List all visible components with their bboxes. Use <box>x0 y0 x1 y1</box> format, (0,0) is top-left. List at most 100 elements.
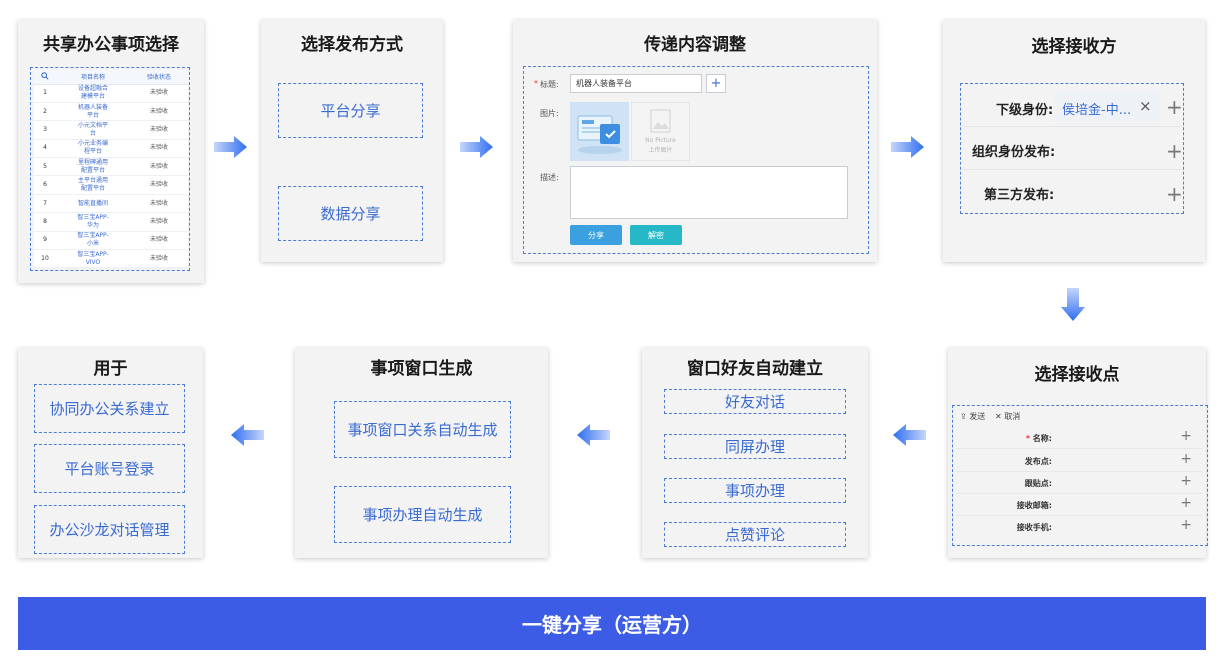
option-salon-manage[interactable]: 办公沙龙对话管理 <box>34 505 185 554</box>
row-index: 10 <box>34 249 56 269</box>
no-picture-text: No Picture <box>645 137 676 144</box>
row-index: 2 <box>34 102 56 122</box>
table-row[interactable]: 3 小元文档平 台未验收 <box>34 120 188 140</box>
card-title: 用于 <box>93 359 128 379</box>
receiver-row-subordinate: 下级身份: 侯培金-中... × + <box>962 85 1183 127</box>
project-table: 项目名称 验收状态 1 设备超融合 建模平台 未验收 2 机器人装备 平台 未验收 3 小元文… <box>34 70 188 269</box>
image-thumbnail[interactable] <box>570 102 629 161</box>
table-row[interactable]: 7 智能直播间 未验收 <box>34 194 188 214</box>
table-row[interactable]: 10 智三宝APP- VIVO 未验收 <box>34 249 188 269</box>
arrow-right-icon <box>460 136 493 158</box>
receiver-label: 第三方发布: <box>984 188 1055 203</box>
project-name[interactable]: 智能直播间 <box>56 194 130 214</box>
table-row[interactable]: 1 设备超融合 建模平台 未验收 <box>34 84 188 103</box>
card-title: 事项窗口生成 <box>370 359 473 379</box>
table-row[interactable]: 2 机器人装备 平台 未验收 <box>34 102 188 122</box>
option-platform-share[interactable]: 平台分享 <box>278 83 423 138</box>
point-row-publish: 发布点: + <box>956 450 1202 472</box>
option-collab-office[interactable]: 协同办公关系建立 <box>34 384 185 433</box>
plus-icon[interactable]: + <box>1166 184 1183 204</box>
row-index: 5 <box>34 157 56 177</box>
option-friend-chat[interactable]: 好友对话 <box>664 389 846 414</box>
table-row[interactable]: 9 智三宝APP- 小米 未验收 <box>34 231 188 251</box>
table-row[interactable]: 5 里程碑通用 配置平台 未验收 <box>34 157 188 177</box>
card-title: 选择接收点 <box>1034 365 1120 385</box>
table-header-row: 项目名称 验收状态 <box>34 70 188 85</box>
decrypt-button[interactable]: 解密 <box>630 225 682 245</box>
banner-one-click-share[interactable]: 一键分享（运营方） <box>18 597 1206 650</box>
close-icon[interactable]: × <box>1139 97 1152 115</box>
send-button[interactable]: ⇪ 发送 <box>960 411 985 422</box>
point-label-text: 名称: <box>1032 434 1052 443</box>
acceptance-status: 未验收 <box>130 84 188 103</box>
plus-icon[interactable]: + <box>1180 429 1192 443</box>
option-same-screen[interactable]: 同屏办理 <box>664 434 846 459</box>
column-header-name: 项目名称 <box>56 70 130 85</box>
option-item-handle[interactable]: 事项办理 <box>664 478 846 503</box>
project-name[interactable]: 小元业务编 程平台 <box>56 139 130 159</box>
project-name[interactable]: 智三宝APP- VIVO <box>56 249 130 269</box>
acceptance-status: 未验收 <box>130 157 188 177</box>
send-label: 发送 <box>969 412 986 421</box>
plus-icon[interactable]: + <box>1180 496 1192 510</box>
required-mark: * <box>1025 434 1030 443</box>
project-name[interactable]: 设备超融合 建模平台 <box>56 84 130 103</box>
option-window-relation[interactable]: 事项窗口关系自动生成 <box>334 401 511 458</box>
point-label: 接收邮箱: <box>1016 501 1052 510</box>
project-name[interactable]: 主平台通用 配置平台 <box>56 175 130 195</box>
row-index: 3 <box>34 120 56 140</box>
plus-icon[interactable]: + <box>1166 97 1183 117</box>
description-textarea[interactable] <box>570 166 848 219</box>
share-button[interactable]: 分享 <box>570 225 622 245</box>
row-index: 4 <box>34 139 56 159</box>
point-label: 跟贴点: <box>1024 479 1052 488</box>
table-row[interactable]: 6 主平台通用 配置平台 未验收 <box>34 175 188 195</box>
upload-label: 上传图片 <box>648 147 673 154</box>
image-label: 图片: <box>540 109 559 118</box>
arrow-right-icon <box>214 136 247 158</box>
row-index: 7 <box>34 194 56 214</box>
title-input[interactable]: 机器人装备平台 <box>570 74 702 93</box>
point-row-phone: 接收手机: + <box>956 516 1202 538</box>
card-title: 选择发布方式 <box>301 35 403 55</box>
plus-icon[interactable]: + <box>1166 141 1183 161</box>
receiver-tag[interactable]: 侯培金-中... × <box>1054 91 1160 121</box>
acceptance-status: 未验收 <box>130 194 188 214</box>
acceptance-status: 未验收 <box>130 102 188 122</box>
table-row[interactable]: 4 小元业务编 程平台 未验收 <box>34 139 188 159</box>
project-name[interactable]: 里程碑通用 配置平台 <box>56 157 130 177</box>
arrow-left-icon <box>893 424 926 446</box>
acceptance-status: 未验收 <box>130 139 188 159</box>
option-like-comment[interactable]: 点赞评论 <box>664 522 846 547</box>
plus-icon[interactable]: + <box>1180 474 1192 488</box>
acceptance-status: 未验收 <box>130 249 188 269</box>
option-account-login[interactable]: 平台账号登录 <box>34 444 185 493</box>
option-handle-auto[interactable]: 事项办理自动生成 <box>334 486 511 543</box>
share-icon: ⇪ <box>960 412 967 421</box>
project-name[interactable]: 智三宝APP- 华为 <box>56 212 130 232</box>
desc-label: 描述: <box>540 173 559 182</box>
acceptance-status: 未验收 <box>130 231 188 251</box>
project-name[interactable]: 机器人装备 平台 <box>56 102 130 122</box>
cancel-button[interactable]: ✕ 取消 <box>995 411 1020 422</box>
image-placeholder-icon[interactable]: No Picture 上传图片 <box>631 102 690 161</box>
plus-icon[interactable]: + <box>1180 452 1192 466</box>
arrow-left-icon <box>577 424 610 446</box>
card-title: 选择接收方 <box>1031 37 1117 57</box>
row-index: 9 <box>34 231 56 251</box>
point-row-name: * 名称: + <box>956 427 1202 449</box>
search-icon[interactable] <box>34 70 56 85</box>
receiver-label: 组织身份发布: <box>972 145 1056 160</box>
acceptance-status: 未验收 <box>130 175 188 195</box>
row-index: 1 <box>34 84 56 103</box>
arrow-down-icon <box>1061 288 1085 321</box>
add-button[interactable]: + <box>706 74 726 93</box>
point-label: 接收手机: <box>1016 523 1052 532</box>
table-row[interactable]: 8 智三宝APP- 华为 未验收 <box>34 212 188 232</box>
plus-icon[interactable]: + <box>1180 518 1192 532</box>
point-label: 发布点: <box>1024 457 1052 466</box>
project-name[interactable]: 智三宝APP- 小米 <box>56 231 130 251</box>
project-name[interactable]: 小元文档平 台 <box>56 120 130 140</box>
option-data-share[interactable]: 数据分享 <box>278 186 423 241</box>
title-label: 标题: <box>540 80 559 89</box>
